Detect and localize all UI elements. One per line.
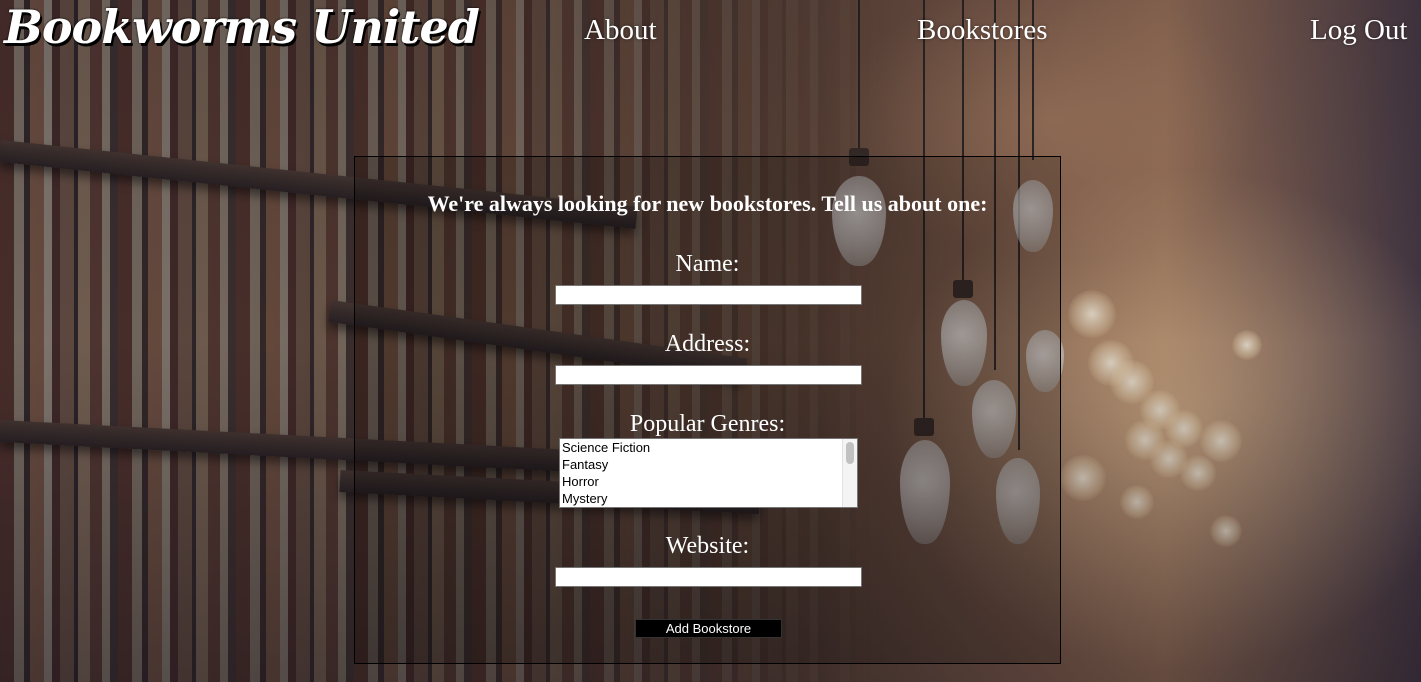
form-heading: We're always looking for new bookstores.… [427,191,988,216]
genre-option-fantasy[interactable]: Fantasy [560,456,857,473]
website-input[interactable] [555,567,862,587]
address-label: Address: [664,331,751,357]
site-logo[interactable]: Bookworms United [4,0,480,54]
add-bookstore-form: We're always looking for new bookstores.… [354,156,1061,664]
genres-scrollbar[interactable] [842,439,857,507]
name-label: Name: [675,251,740,277]
genre-option-mystery[interactable]: Mystery [560,490,857,507]
nav-link-bookstores[interactable]: Bookstores [917,14,1048,47]
add-bookstore-button[interactable]: Add Bookstore [635,619,782,638]
genre-option-horror[interactable]: Horror [560,473,857,490]
scrollbar-thumb[interactable] [846,442,854,464]
genre-option-science-fiction[interactable]: Science Fiction [560,439,857,456]
website-label: Website: [665,533,750,559]
nav-link-logout[interactable]: Log Out [1310,14,1407,47]
genres-label: Popular Genres: [629,411,786,437]
name-input[interactable] [555,285,862,305]
address-input[interactable] [555,365,862,385]
genres-multiselect[interactable]: Science Fiction Fantasy Horror Mystery [559,438,858,508]
nav-link-about[interactable]: About [584,14,657,47]
